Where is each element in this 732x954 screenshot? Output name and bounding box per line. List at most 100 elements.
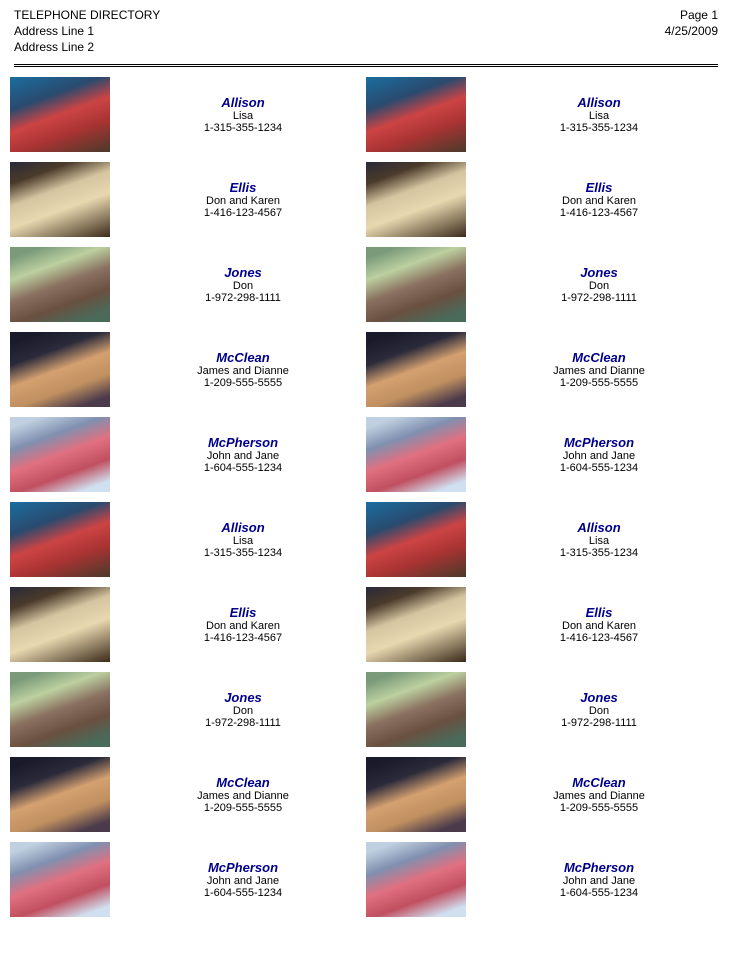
entry-info: JonesDon1-972-298-1111 [120, 690, 366, 729]
entry-info: JonesDon1-972-298-1111 [476, 690, 722, 729]
entry-info: McCleanJames and Dianne1-209-555-5555 [476, 350, 722, 389]
entry-photo [366, 417, 466, 492]
entry-photo [366, 502, 466, 577]
entry-name: Ellis [586, 605, 613, 620]
entry-photo [366, 162, 466, 237]
entry-phone: 1-209-555-5555 [204, 377, 282, 389]
entry-info: JonesDon1-972-298-1111 [120, 265, 366, 304]
entry-subname: John and Jane [563, 450, 635, 462]
list-item: McPhersonJohn and Jane1-604-555-1234 [10, 417, 366, 492]
right-column: AllisonLisa1-315-355-1234EllisDon and Ka… [366, 77, 722, 927]
entry-name: McClean [572, 350, 625, 365]
left-column: AllisonLisa1-315-355-1234EllisDon and Ka… [10, 77, 366, 927]
entry-phone: 1-315-355-1234 [560, 547, 638, 559]
entry-subname: Don and Karen [206, 620, 280, 632]
entry-photo [10, 77, 110, 152]
entry-subname: Don [233, 280, 253, 292]
entry-photo [366, 842, 466, 917]
entry-phone: 1-416-123-4567 [560, 207, 638, 219]
list-item: McPhersonJohn and Jane1-604-555-1234 [366, 842, 722, 917]
list-item: JonesDon1-972-298-1111 [10, 247, 366, 322]
entry-phone: 1-604-555-1234 [560, 462, 638, 474]
entry-info: McPhersonJohn and Jane1-604-555-1234 [476, 435, 722, 474]
entry-name: McPherson [564, 860, 634, 875]
entry-phone: 1-315-355-1234 [204, 122, 282, 134]
entry-info: McPhersonJohn and Jane1-604-555-1234 [120, 435, 366, 474]
list-item: EllisDon and Karen1-416-123-4567 [366, 162, 722, 237]
list-item: McPhersonJohn and Jane1-604-555-1234 [366, 417, 722, 492]
entry-subname: James and Dianne [553, 790, 645, 802]
entry-info: AllisonLisa1-315-355-1234 [120, 95, 366, 134]
entry-name: McPherson [564, 435, 634, 450]
entry-phone: 1-604-555-1234 [204, 887, 282, 899]
header-divider [14, 64, 718, 67]
entry-info: AllisonLisa1-315-355-1234 [476, 520, 722, 559]
entry-info: EllisDon and Karen1-416-123-4567 [476, 180, 722, 219]
entry-photo [10, 247, 110, 322]
entry-subname: Don [589, 280, 609, 292]
entry-info: AllisonLisa1-315-355-1234 [120, 520, 366, 559]
entry-phone: 1-604-555-1234 [560, 887, 638, 899]
entry-photo [10, 842, 110, 917]
entry-photo [10, 162, 110, 237]
entry-name: McPherson [208, 435, 278, 450]
entry-name: Jones [580, 265, 618, 280]
entry-photo [10, 502, 110, 577]
entry-subname: Lisa [589, 110, 609, 122]
entry-name: McPherson [208, 860, 278, 875]
entry-name: Jones [224, 265, 262, 280]
entry-info: JonesDon1-972-298-1111 [476, 265, 722, 304]
list-item: EllisDon and Karen1-416-123-4567 [10, 162, 366, 237]
entry-photo [366, 332, 466, 407]
entry-info: McPhersonJohn and Jane1-604-555-1234 [120, 860, 366, 899]
entry-subname: James and Dianne [553, 365, 645, 377]
entry-subname: Lisa [233, 535, 253, 547]
entry-subname: Don and Karen [206, 195, 280, 207]
list-item: EllisDon and Karen1-416-123-4567 [10, 587, 366, 662]
list-item: AllisonLisa1-315-355-1234 [366, 77, 722, 152]
entry-info: EllisDon and Karen1-416-123-4567 [120, 180, 366, 219]
entry-name: McClean [216, 775, 269, 790]
list-item: McCleanJames and Dianne1-209-555-5555 [10, 332, 366, 407]
list-item: AllisonLisa1-315-355-1234 [10, 502, 366, 577]
entry-name: McClean [216, 350, 269, 365]
entry-name: Allison [577, 95, 620, 110]
list-item: AllisonLisa1-315-355-1234 [366, 502, 722, 577]
entry-name: Allison [577, 520, 620, 535]
header-left: TELEPHONE DIRECTORY Address Line 1 Addre… [14, 8, 160, 54]
entry-photo [10, 332, 110, 407]
list-item: JonesDon1-972-298-1111 [366, 247, 722, 322]
list-item: McCleanJames and Dianne1-209-555-5555 [366, 757, 722, 832]
entry-photo [366, 587, 466, 662]
entry-photo [366, 77, 466, 152]
entry-name: Ellis [230, 180, 257, 195]
entry-subname: Lisa [589, 535, 609, 547]
entry-phone: 1-972-298-1111 [205, 717, 281, 729]
entry-info: McPhersonJohn and Jane1-604-555-1234 [476, 860, 722, 899]
entry-phone: 1-604-555-1234 [204, 462, 282, 474]
entry-phone: 1-209-555-5555 [560, 377, 638, 389]
page-number: Page 1 [680, 8, 718, 22]
entry-photo [10, 672, 110, 747]
entry-phone: 1-972-298-1111 [561, 292, 637, 304]
entry-info: EllisDon and Karen1-416-123-4567 [120, 605, 366, 644]
list-item: McPhersonJohn and Jane1-604-555-1234 [10, 842, 366, 917]
entry-subname: John and Jane [563, 875, 635, 887]
entry-phone: 1-972-298-1111 [561, 717, 637, 729]
title: TELEPHONE DIRECTORY [14, 8, 160, 22]
entry-name: Allison [221, 520, 264, 535]
list-item: AllisonLisa1-315-355-1234 [10, 77, 366, 152]
date: 4/25/2009 [665, 24, 718, 38]
entry-phone: 1-209-555-5555 [204, 802, 282, 814]
entry-photo [10, 587, 110, 662]
entry-phone: 1-416-123-4567 [560, 632, 638, 644]
entry-phone: 1-209-555-5555 [560, 802, 638, 814]
directory-columns: AllisonLisa1-315-355-1234EllisDon and Ka… [0, 77, 732, 927]
list-item: EllisDon and Karen1-416-123-4567 [366, 587, 722, 662]
entry-info: McCleanJames and Dianne1-209-555-5555 [120, 350, 366, 389]
address-line1: Address Line 1 [14, 24, 160, 38]
entry-photo [366, 757, 466, 832]
entry-info: EllisDon and Karen1-416-123-4567 [476, 605, 722, 644]
entry-subname: James and Dianne [197, 790, 289, 802]
entry-subname: Don [589, 705, 609, 717]
